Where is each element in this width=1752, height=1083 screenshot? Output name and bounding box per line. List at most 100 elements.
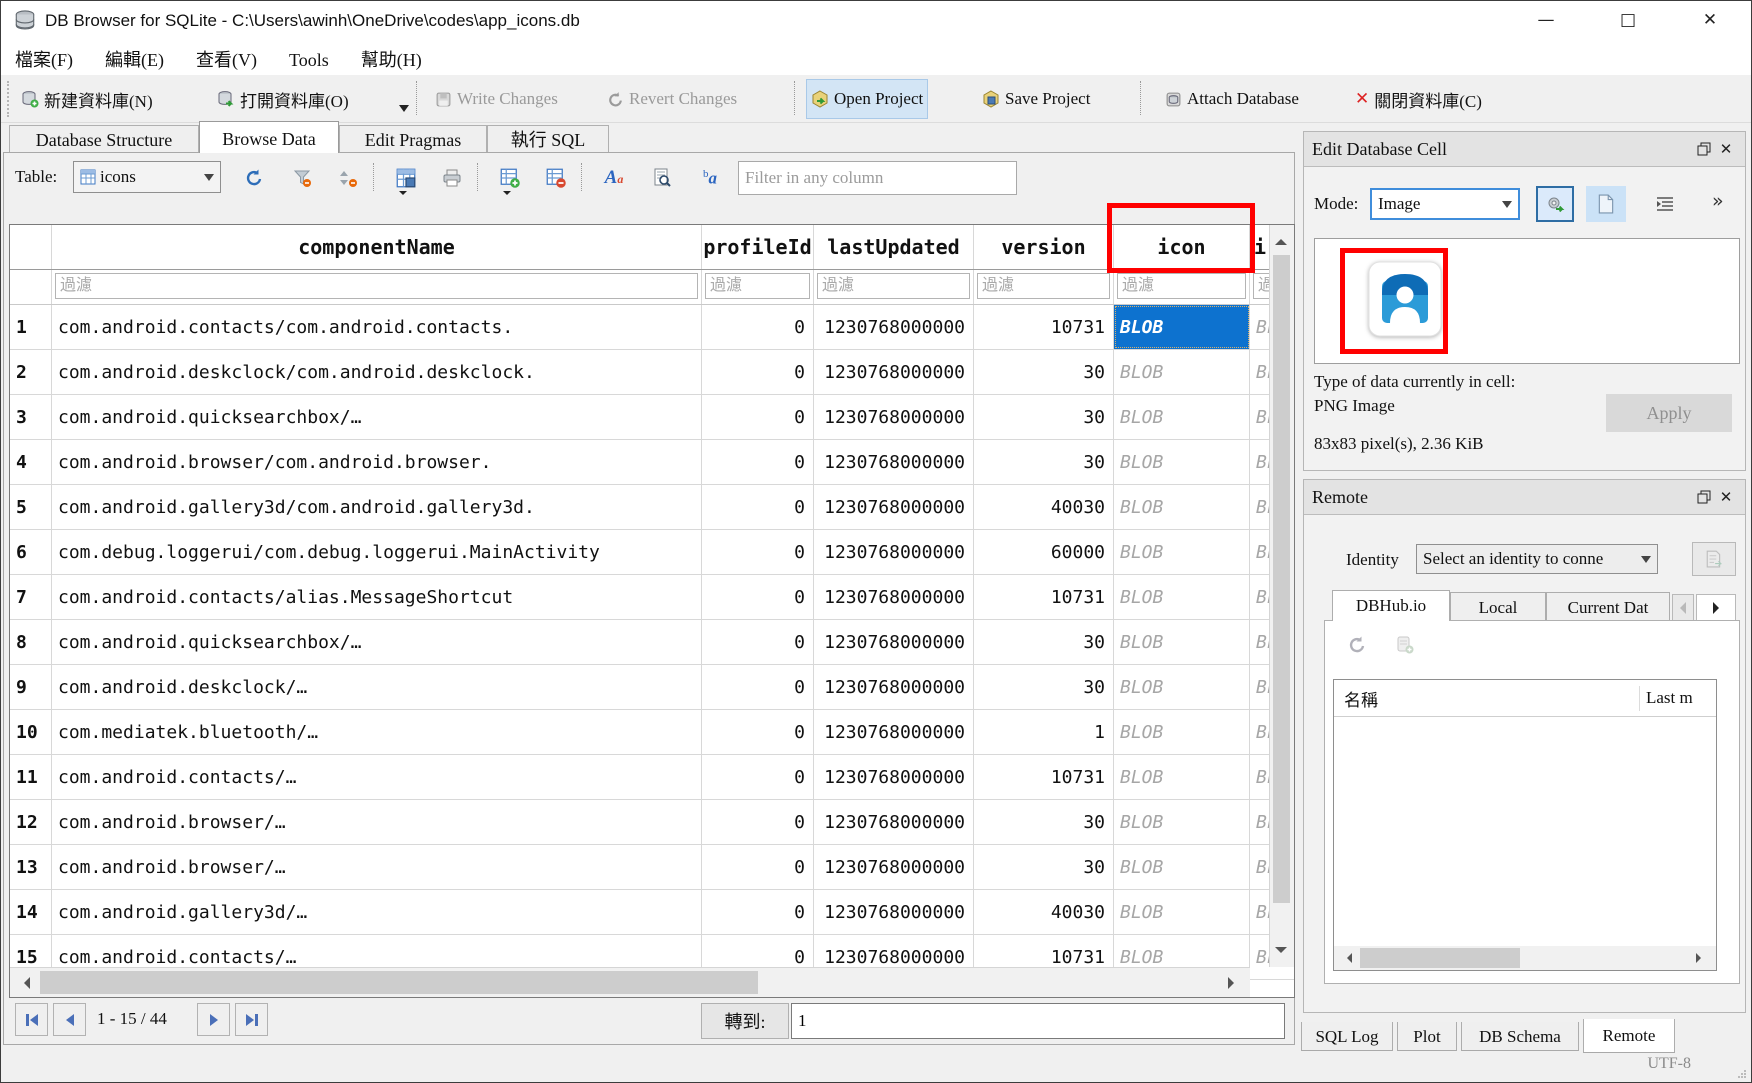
cell-profileId[interactable]: 0 [702, 305, 814, 349]
cell-profileId[interactable]: 0 [702, 350, 814, 394]
cell-icon[interactable]: BLOB [1114, 620, 1250, 664]
cell-componentName[interactable]: com.android.contacts/… [52, 755, 702, 799]
edit-cell-dock-header[interactable]: Edit Database Cell ✕ [1304, 132, 1745, 167]
cell-componentName[interactable]: com.android.contacts/alias.MessageShortc… [52, 575, 702, 619]
cell-clipped[interactable]: BLOB [1250, 575, 1270, 619]
cell-componentName[interactable]: com.android.browser/com.android.browser. [52, 440, 702, 484]
cell-clipped[interactable]: BLOB [1250, 440, 1270, 484]
cell-profileId[interactable]: 0 [702, 395, 814, 439]
table-row[interactable]: 6com.debug.loggerui/com.debug.loggerui.M… [10, 530, 1294, 575]
cell-clipped[interactable]: BLOB [1250, 395, 1270, 439]
cell-icon[interactable]: BLOB [1114, 485, 1250, 529]
cell-lastUpdated[interactable]: 1230768000000 [814, 620, 974, 664]
tab-database-structure[interactable]: Database Structure [9, 125, 199, 153]
cell-componentName[interactable]: com.debug.loggerui/com.debug.loggerui.Ma… [52, 530, 702, 574]
remote-list-header-last-modified[interactable]: Last m [1640, 688, 1693, 708]
last-page-button[interactable] [235, 1003, 268, 1036]
table-row[interactable]: 13com.android.browser/…0123076800000030B… [10, 845, 1294, 890]
close-panel-icon[interactable]: ✕ [1715, 486, 1737, 508]
dock-tab-remote[interactable]: Remote [1583, 1019, 1675, 1053]
row-number[interactable]: 8 [10, 620, 52, 664]
column-header-version[interactable]: version [974, 225, 1114, 269]
cell-icon[interactable]: BLOB [1114, 710, 1250, 754]
insert-record-dropdown-icon[interactable] [503, 191, 511, 195]
cell-lastUpdated[interactable]: 1230768000000 [814, 845, 974, 889]
table-row[interactable]: 11com.android.contacts/…0123076800000010… [10, 755, 1294, 800]
cell-icon[interactable]: BLOB [1114, 350, 1250, 394]
column-header-lastUpdated[interactable]: lastUpdated [814, 225, 974, 269]
cell-version[interactable]: 30 [974, 665, 1114, 709]
filter-input-version[interactable] [977, 273, 1110, 299]
cell-componentName[interactable]: com.android.browser/… [52, 800, 702, 844]
dock-tab-sql-log[interactable]: SQL Log [1301, 1022, 1393, 1051]
first-page-button[interactable] [15, 1003, 48, 1036]
apply-format-button[interactable] [1648, 188, 1682, 220]
menu-file[interactable]: 檔案(F) [1, 41, 87, 77]
cell-profileId[interactable]: 0 [702, 845, 814, 889]
cell-icon[interactable]: BLOB [1114, 575, 1250, 619]
cell-icon[interactable]: BLOB [1114, 845, 1250, 889]
filter-input-lastUpdated[interactable] [817, 273, 970, 299]
cell-lastUpdated[interactable]: 1230768000000 [814, 890, 974, 934]
cell-componentName[interactable]: com.android.quicksearchbox/… [52, 620, 702, 664]
upload-database-button[interactable] [1395, 635, 1415, 655]
vscroll-thumb[interactable] [1273, 255, 1290, 903]
cell-icon[interactable]: BLOB [1114, 395, 1250, 439]
row-number[interactable]: 10 [10, 710, 52, 754]
open-database-button[interactable]: 打開資料庫(O) [213, 79, 353, 119]
row-number[interactable]: 12 [10, 800, 52, 844]
print-button[interactable] [439, 165, 465, 191]
remote-tab-dbhub[interactable]: DBHub.io [1332, 590, 1450, 621]
cell-clipped[interactable]: BLOB [1250, 305, 1270, 349]
cell-clipped[interactable]: BLOB [1250, 620, 1270, 664]
corner-header[interactable] [10, 225, 52, 269]
open-database-dropdown-icon[interactable] [399, 105, 409, 117]
scroll-down-icon[interactable] [1275, 947, 1287, 959]
row-number[interactable]: 5 [10, 485, 52, 529]
tab-execute-sql[interactable]: 執行 SQL [487, 125, 609, 153]
hscroll-thumb[interactable] [40, 971, 758, 994]
remote-hscroll-thumb[interactable] [1360, 948, 1520, 968]
cell-profileId[interactable]: 0 [702, 485, 814, 529]
cell-profileId[interactable]: 0 [702, 710, 814, 754]
row-number[interactable]: 13 [10, 845, 52, 889]
cell-icon[interactable]: BLOB [1114, 890, 1250, 934]
cell-clipped[interactable]: BLOB [1250, 710, 1270, 754]
cell-clipped[interactable]: BLOB [1250, 350, 1270, 394]
cell-version[interactable]: 10731 [974, 305, 1114, 349]
tab-scroll-left-button[interactable] [1672, 594, 1694, 621]
row-number[interactable]: 14 [10, 890, 52, 934]
row-number[interactable]: 2 [10, 350, 52, 394]
identity-certificate-button[interactable] [1692, 542, 1736, 576]
revert-changes-button[interactable]: Revert Changes [603, 79, 741, 119]
cell-profileId[interactable]: 0 [702, 620, 814, 664]
row-number[interactable]: 3 [10, 395, 52, 439]
float-panel-icon[interactable] [1693, 138, 1715, 160]
save-table-dropdown-icon[interactable] [399, 191, 407, 195]
menu-tools[interactable]: Tools [275, 45, 343, 76]
import-data-button[interactable] [1536, 186, 1574, 222]
cell-lastUpdated[interactable]: 1230768000000 [814, 800, 974, 844]
cell-version[interactable]: 10731 [974, 755, 1114, 799]
row-number[interactable]: 6 [10, 530, 52, 574]
goto-input[interactable] [791, 1003, 1285, 1039]
mode-combobox[interactable]: Image [1370, 188, 1520, 220]
cell-componentName[interactable]: com.android.contacts/com.android.contact… [52, 305, 702, 349]
cell-componentName[interactable]: com.android.gallery3d/… [52, 890, 702, 934]
cell-lastUpdated[interactable]: 1230768000000 [814, 755, 974, 799]
table-row[interactable]: 10com.mediatek.bluetooth/…01230768000000… [10, 710, 1294, 755]
scroll-left-icon[interactable] [1342, 953, 1352, 963]
table-row[interactable]: 1com.android.contacts/com.android.contac… [10, 305, 1294, 350]
dock-tab-plot[interactable]: Plot [1397, 1022, 1457, 1051]
menu-edit[interactable]: 編輯(E) [91, 41, 178, 77]
maximize-button[interactable]: □ [1595, 1, 1661, 39]
remote-refresh-button[interactable] [1347, 635, 1367, 655]
clear-filter-button[interactable] [289, 165, 315, 191]
cell-lastUpdated[interactable]: 1230768000000 [814, 305, 974, 349]
cell-clipped[interactable]: BLOB [1250, 935, 1270, 979]
cell-componentName[interactable]: com.mediatek.bluetooth/… [52, 710, 702, 754]
row-number[interactable]: 1 [10, 305, 52, 349]
column-header-profileId[interactable]: profileId [702, 225, 814, 269]
menu-view[interactable]: 查看(V) [182, 41, 271, 77]
next-page-button[interactable] [197, 1003, 230, 1036]
